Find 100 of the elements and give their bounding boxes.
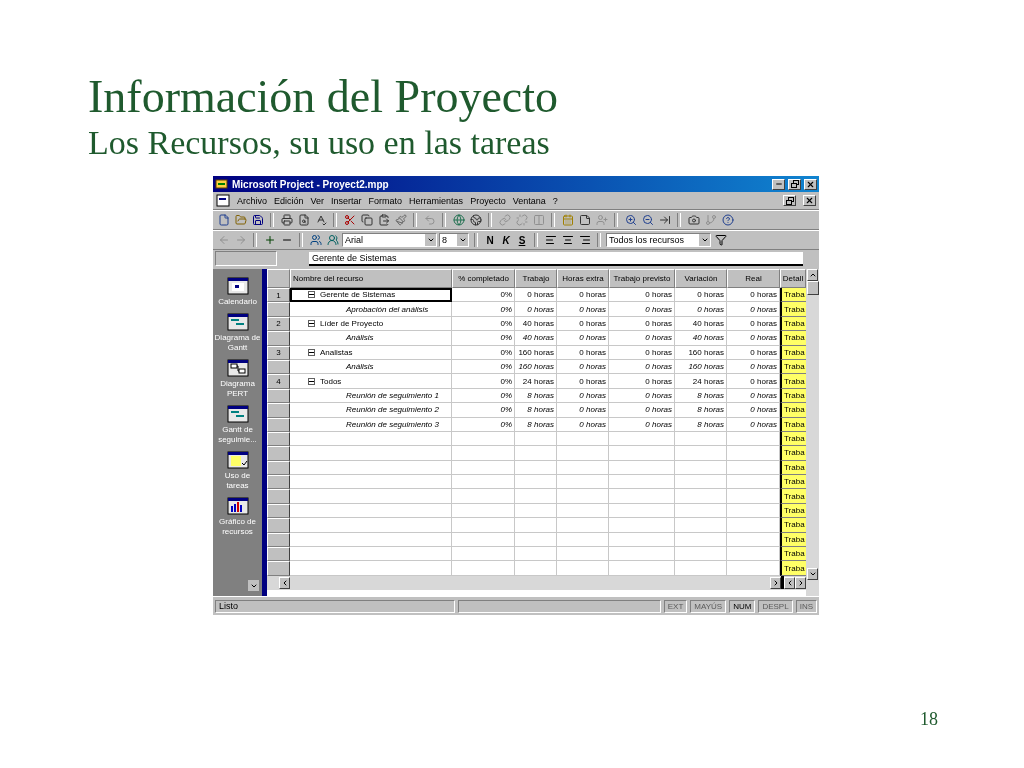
filter-icon[interactable]: [714, 234, 727, 246]
row-header[interactable]: [267, 489, 290, 504]
globe-icon[interactable]: [452, 214, 465, 226]
scroll-right-button[interactable]: [795, 576, 806, 589]
row-header[interactable]: [267, 547, 290, 562]
plus-icon[interactable]: [263, 234, 276, 246]
scroll-up-button[interactable]: [807, 269, 818, 281]
column-header[interactable]: Variación: [675, 269, 727, 288]
row-number[interactable]: 1: [267, 288, 290, 303]
menu-item[interactable]: Herramientas: [409, 195, 464, 206]
name-cell[interactable]: Reunión de seguimiento 1: [290, 388, 452, 404]
column-header[interactable]: Horas extra: [557, 269, 609, 288]
column-header[interactable]: Nombre del recurso: [290, 269, 452, 288]
font-size-dropdown[interactable]: 8: [439, 233, 469, 247]
scroll-thumb[interactable]: [806, 281, 819, 295]
row-header[interactable]: [267, 446, 290, 461]
scroll-left-button[interactable]: [784, 576, 795, 589]
new-file-icon[interactable]: [217, 214, 230, 226]
scroll-left-button[interactable]: [279, 576, 290, 589]
name-cell[interactable]: Aprobación del análisis: [290, 302, 452, 317]
scroll-right-button[interactable]: [770, 576, 781, 589]
name-cell[interactable]: Gerente de Sistemas: [290, 288, 452, 303]
text-style-button[interactable]: N: [483, 234, 497, 246]
menu-item[interactable]: Edición: [274, 195, 304, 206]
align-left-icon[interactable]: [544, 234, 557, 246]
vertical-scrollbar[interactable]: [806, 269, 819, 596]
name-cell[interactable]: Reunión de seguimiento 3: [290, 417, 452, 432]
go-to-icon[interactable]: [658, 214, 671, 226]
document-icon[interactable]: [216, 194, 230, 207]
menu-item[interactable]: Ventana: [512, 195, 546, 206]
collapse-icon[interactable]: [308, 377, 315, 385]
note-icon[interactable]: [578, 214, 591, 226]
table-cell: 40 horas: [515, 331, 557, 346]
close-button[interactable]: [804, 178, 817, 190]
row-header[interactable]: [267, 475, 290, 490]
name-cell[interactable]: Analistas: [290, 345, 452, 360]
text-style-button[interactable]: S: [515, 234, 529, 246]
name-cell[interactable]: Análisis: [290, 331, 452, 346]
view-button[interactable]: Calendario: [214, 277, 261, 307]
filter-dropdown[interactable]: Todos los recursos: [606, 233, 711, 247]
menu-item[interactable]: ?: [552, 195, 558, 206]
name-cell[interactable]: Reunión de seguimiento 2: [290, 403, 452, 418]
name-cell[interactable]: Todos: [290, 374, 452, 389]
column-header[interactable]: Trabajo previsto: [609, 269, 675, 288]
users-icon[interactable]: [309, 234, 322, 246]
font-dropdown[interactable]: Arial: [342, 233, 437, 247]
camera-icon[interactable]: [687, 214, 700, 226]
row-header[interactable]: [267, 331, 290, 346]
menu-item[interactable]: Proyecto: [470, 195, 506, 206]
view-button[interactable]: Uso de tareas: [214, 451, 261, 491]
view-button[interactable]: Gantt de seguimie...: [214, 405, 261, 445]
entry-field[interactable]: Gerente de Sistemas: [309, 251, 803, 266]
scroll-down-button[interactable]: [807, 568, 818, 580]
minimize-button[interactable]: [772, 178, 785, 190]
zoom-out-icon[interactable]: [641, 214, 654, 226]
column-header[interactable]: Trabajo: [515, 269, 557, 288]
menu-item[interactable]: Formato: [368, 195, 403, 206]
row-header[interactable]: [267, 561, 290, 576]
column-header[interactable]: Detall: [780, 269, 806, 288]
column-header[interactable]: Real: [727, 269, 780, 288]
cut-icon[interactable]: [343, 214, 356, 226]
menu-item[interactable]: Insertar: [331, 195, 362, 206]
users-icon[interactable]: [326, 234, 339, 246]
row-number[interactable]: 4: [267, 374, 290, 389]
paintbrush-icon[interactable]: [394, 214, 407, 226]
name-cell[interactable]: Líder de Proyecto: [290, 316, 452, 332]
align-center-icon[interactable]: [561, 234, 574, 246]
printer-icon[interactable]: [280, 214, 293, 226]
collapse-icon[interactable]: [308, 348, 315, 356]
collapse-icon[interactable]: [308, 291, 315, 299]
restore-button[interactable]: [783, 195, 796, 206]
menu-item[interactable]: Ver: [310, 195, 325, 206]
select-all-cell[interactable]: [267, 269, 290, 288]
close-button[interactable]: [803, 195, 816, 206]
empty-cell: [557, 460, 609, 476]
name-cell[interactable]: Análisis: [290, 359, 452, 375]
row-header[interactable]: [267, 403, 290, 418]
print-preview-icon[interactable]: [297, 214, 310, 226]
zoom-in-icon[interactable]: [624, 214, 637, 226]
scroll-down-button[interactable]: [248, 580, 259, 591]
save-icon[interactable]: [251, 214, 264, 226]
menu-item[interactable]: Archivo: [237, 195, 267, 206]
view-button[interactable]: Diagrama de Gantt: [214, 313, 261, 353]
split-handle[interactable]: [781, 576, 784, 590]
row-header[interactable]: [267, 518, 290, 533]
text-style-button[interactable]: K: [499, 234, 513, 246]
copy-icon[interactable]: [360, 214, 373, 226]
view-button[interactable]: Diagrama PERT: [214, 359, 261, 399]
column-header[interactable]: % completado: [452, 269, 515, 288]
open-folder-icon[interactable]: [234, 214, 247, 226]
globe-icon[interactable]: [469, 214, 482, 226]
help-icon[interactable]: [721, 214, 734, 226]
collapse-icon[interactable]: [308, 319, 315, 327]
restore-button[interactable]: [788, 178, 801, 190]
empty-cell: [452, 561, 515, 576]
row-header[interactable]: [267, 302, 290, 317]
empty-cell: [452, 446, 515, 461]
view-button[interactable]: Gráfico de recursos: [214, 497, 261, 537]
paste-icon[interactable]: [377, 214, 390, 226]
align-right-icon[interactable]: [578, 234, 591, 246]
